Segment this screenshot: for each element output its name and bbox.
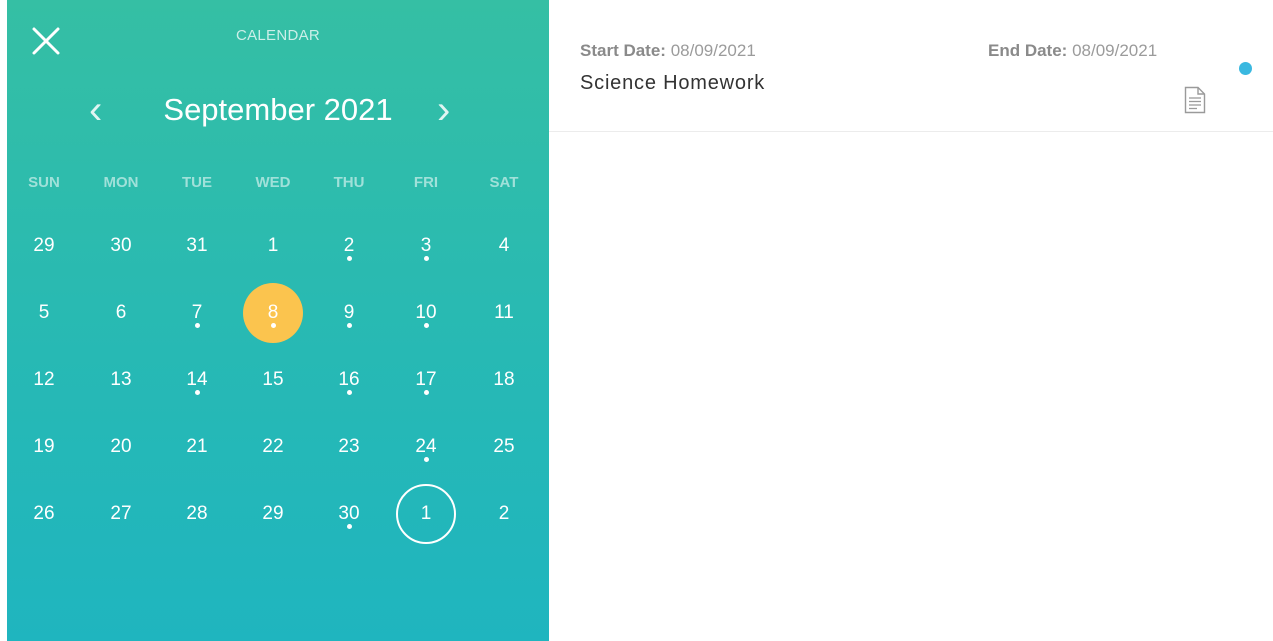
day-number: 8 [267, 302, 279, 323]
day-cell[interactable]: 30 [91, 216, 151, 276]
status-dot [1239, 62, 1252, 75]
calendar-panel: CALENDAR ‹ September 2021 › SUN MON TUE … [7, 0, 549, 641]
day-cell[interactable]: 12 [14, 350, 74, 410]
day-number: 2 [498, 503, 510, 524]
day-number: 2 [343, 235, 355, 256]
event-dot [194, 390, 200, 395]
day-cell-selected[interactable]: 8 [243, 283, 303, 343]
day-cell[interactable]: 17 [396, 350, 456, 410]
day-number: 29 [33, 235, 55, 256]
day-cell[interactable]: 19 [14, 417, 74, 477]
end-date-label: End Date: [988, 41, 1068, 60]
day-cell[interactable]: 2 [474, 484, 534, 544]
day-number: 31 [186, 235, 208, 256]
day-number: 1 [420, 503, 432, 524]
day-number: 21 [186, 436, 208, 457]
day-number: 22 [262, 436, 284, 457]
day-number: 23 [338, 436, 360, 457]
day-cell[interactable]: 28 [167, 484, 227, 544]
start-date: Start Date: 08/09/2021 [580, 41, 756, 61]
day-cell[interactable]: 20 [91, 417, 151, 477]
day-cell[interactable]: 23 [319, 417, 379, 477]
day-number: 19 [33, 436, 55, 457]
day-number: 24 [415, 436, 437, 457]
day-number: 28 [186, 503, 208, 524]
day-number: 30 [338, 503, 360, 524]
day-cell[interactable]: 30 [319, 484, 379, 544]
day-number: 6 [115, 302, 127, 323]
day-cell[interactable]: 3 [396, 216, 456, 276]
event-dot [270, 323, 276, 328]
day-number: 29 [262, 503, 284, 524]
day-cell[interactable]: 25 [474, 417, 534, 477]
day-cell[interactable]: 15 [243, 350, 303, 410]
day-cell[interactable]: 10 [396, 283, 456, 343]
day-number: 9 [343, 302, 355, 323]
end-date-value: 08/09/2021 [1072, 41, 1158, 60]
day-cell[interactable]: 6 [91, 283, 151, 343]
event-dot [346, 524, 352, 529]
day-cell[interactable]: 29 [243, 484, 303, 544]
day-cell[interactable]: 4 [474, 216, 534, 276]
event-dot [423, 390, 429, 395]
day-cell[interactable]: 18 [474, 350, 534, 410]
event-item[interactable]: Start Date: 08/09/2021 End Date: 08/09/2… [549, 0, 1273, 132]
start-date-value: 08/09/2021 [670, 41, 756, 60]
day-number: 17 [415, 369, 437, 390]
event-dot [194, 323, 200, 328]
day-number: 5 [38, 302, 50, 323]
day-cell[interactable]: 27 [91, 484, 151, 544]
day-cell[interactable]: 7 [167, 283, 227, 343]
event-dot [346, 256, 352, 261]
day-number: 3 [420, 235, 432, 256]
day-number: 11 [494, 302, 514, 323]
day-number: 30 [110, 235, 132, 256]
day-number: 15 [262, 369, 284, 390]
day-number: 20 [110, 436, 132, 457]
day-number: 26 [33, 503, 55, 524]
day-cell[interactable]: 16 [319, 350, 379, 410]
day-cell[interactable]: 2 [319, 216, 379, 276]
event-title: Science Homework [580, 72, 766, 94]
event-dot [423, 256, 429, 261]
day-cell[interactable]: 11 [474, 283, 534, 343]
day-cell-today[interactable]: 1 [396, 484, 456, 544]
document-icon[interactable] [1184, 86, 1206, 114]
event-dot [423, 323, 429, 328]
day-cell[interactable]: 31 [167, 216, 227, 276]
day-number: 18 [493, 369, 515, 390]
day-cell[interactable]: 24 [396, 417, 456, 477]
day-number: 1 [267, 235, 279, 256]
event-dot [346, 390, 352, 395]
day-cell[interactable]: 14 [167, 350, 227, 410]
day-number: 16 [338, 369, 360, 390]
day-number: 14 [186, 369, 208, 390]
day-number: 4 [498, 235, 510, 256]
start-date-label: Start Date: [580, 41, 666, 60]
day-cell[interactable]: 29 [14, 216, 74, 276]
day-number: 27 [110, 503, 132, 524]
day-number: 12 [33, 369, 55, 390]
day-number: 7 [191, 302, 203, 323]
day-cell[interactable]: 26 [14, 484, 74, 544]
day-cell[interactable]: 13 [91, 350, 151, 410]
day-cell[interactable]: 22 [243, 417, 303, 477]
day-number: 10 [415, 302, 437, 323]
event-dot [346, 323, 352, 328]
day-number: 25 [493, 436, 515, 457]
day-cell[interactable]: 21 [167, 417, 227, 477]
day-cell[interactable]: 9 [319, 283, 379, 343]
day-grid: 29 30 31 1 2 3 4 5 6 7 8 9 10 11 12 13 14 15 16 17 18 19 20 21 2… [7, 0, 549, 641]
event-dot [423, 457, 429, 462]
day-cell[interactable]: 5 [14, 283, 74, 343]
day-cell[interactable]: 1 [243, 216, 303, 276]
day-number: 13 [110, 369, 132, 390]
end-date: End Date: 08/09/2021 [988, 41, 1157, 61]
